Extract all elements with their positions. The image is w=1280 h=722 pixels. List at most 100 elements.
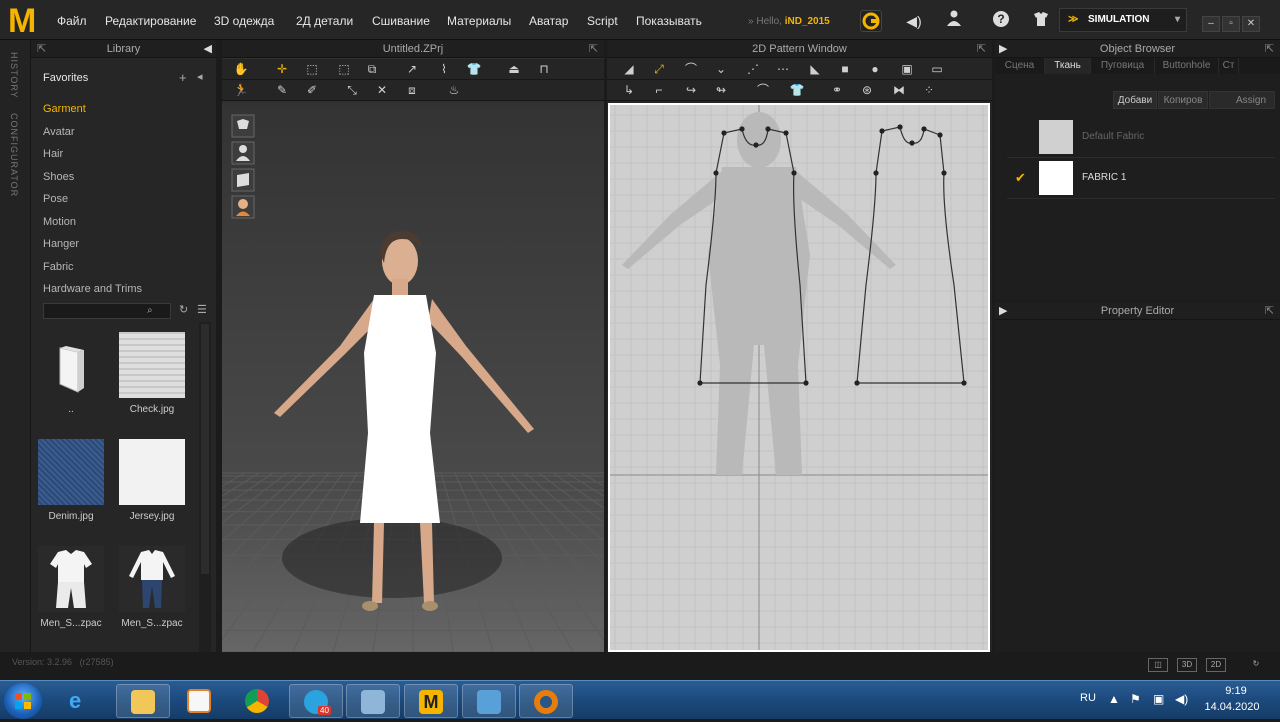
fabric-name[interactable]: Default Fabric (1082, 131, 1144, 142)
search-icon[interactable]: ⌕ (147, 305, 153, 316)
tab-button[interactable]: Пуговица (1091, 58, 1155, 74)
back-icon[interactable]: ◂ (197, 70, 203, 83)
fold-icon[interactable]: ⏏ (504, 61, 524, 78)
thumbnail-men-shirt-shorts[interactable]: Men_S...zpac (36, 546, 106, 629)
sound-icon[interactable]: ◀) (903, 10, 925, 32)
action-center-icon[interactable]: ⚑ (1130, 692, 1141, 706)
menu-3d-garment[interactable]: 3D одежда (214, 14, 274, 28)
select-box-icon[interactable]: ⬚ (302, 61, 322, 78)
symmetry-icon[interactable]: ⧓ (889, 82, 909, 99)
measure-icon[interactable]: ⤡ (342, 82, 362, 99)
shirt-edit-icon[interactable]: 👕 (464, 61, 484, 78)
internal-polygon-icon[interactable]: ▣ (897, 61, 917, 78)
curve-point-icon[interactable]: ⌄ (711, 61, 731, 78)
show-hidden-icons[interactable]: ▲ (1108, 692, 1120, 706)
start-button[interactable] (4, 683, 42, 719)
tab-configurator[interactable]: CONFIGURATOR (9, 113, 19, 197)
view-2d-button[interactable]: 2D (1206, 658, 1226, 672)
taskbar-explorer[interactable] (116, 684, 170, 718)
simulation-button[interactable]: ≫ SIMULATION ▾ (1059, 8, 1187, 32)
polygon-icon[interactable]: ◣ (805, 61, 825, 78)
pose-icon[interactable]: 🏃 (231, 82, 251, 99)
thumbnail-check[interactable]: Check.jpg (117, 332, 187, 415)
taskbar-media-player[interactable] (173, 684, 227, 718)
add-favorite-icon[interactable]: + (179, 70, 187, 85)
tab-history[interactable]: HISTORY (9, 52, 19, 99)
edit-curve-icon[interactable]: ⌒ (681, 61, 701, 78)
library-item-fabric[interactable]: Fabric (31, 256, 216, 279)
segment-sewing-icon[interactable]: ↪ (681, 82, 701, 99)
popout-icon[interactable]: ⇱ (1265, 40, 1274, 58)
library-item-pose[interactable]: Pose (31, 188, 216, 211)
app-logo[interactable]: M (8, 4, 40, 38)
menu-script[interactable]: Script (587, 14, 618, 28)
cross-icon[interactable]: ✕ (372, 82, 392, 99)
volume-icon[interactable]: ◀) (1175, 692, 1188, 706)
expand-arrow-icon[interactable]: ▶ (999, 302, 1007, 320)
collapse-arrow-icon[interactable]: ◀ (204, 40, 212, 58)
circle-icon[interactable]: ● (865, 61, 885, 78)
internal-rectangle-icon[interactable]: ▭ (927, 61, 947, 78)
taskbar-marvelous[interactable]: M (404, 684, 458, 718)
rectangle-icon[interactable]: ■ (835, 61, 855, 78)
menu-sewing[interactable]: Сшивание (372, 14, 430, 28)
minimize-button[interactable]: – (1202, 16, 1220, 32)
3d-scene[interactable] (0, 103, 894, 653)
clock-date[interactable]: 14.04.2020 (1202, 701, 1262, 713)
lasso-icon[interactable]: ⊛ (857, 82, 877, 99)
taskbar-chrome[interactable] (231, 684, 285, 718)
points-icon[interactable]: ⁘ (919, 82, 939, 99)
help-icon[interactable]: ? (990, 10, 1012, 32)
fabric-swatch[interactable] (1039, 161, 1073, 195)
library-item-motion[interactable]: Motion (31, 211, 216, 234)
language-indicator[interactable]: RU (1080, 692, 1096, 704)
2d-pattern-canvas[interactable] (608, 103, 990, 652)
taskbar-telegram[interactable]: 40 (289, 684, 343, 718)
add-point-icon[interactable]: ⋰ (743, 61, 763, 78)
tab-buttonhole[interactable]: Buttonhole (1155, 58, 1219, 74)
menu-edit[interactable]: Редактирование (105, 14, 196, 28)
select-mesh-icon[interactable]: ⬚ (334, 61, 354, 78)
pin-icon[interactable]: ↗ (402, 61, 422, 78)
arrange-icon[interactable]: ⚭ (827, 82, 847, 99)
tape-icon[interactable]: ⌒ (753, 82, 773, 99)
transform-icon[interactable]: ✛ (272, 61, 292, 78)
clock-time[interactable]: 9:19 (1216, 685, 1256, 697)
library-item-shoes[interactable]: Shoes (31, 166, 216, 189)
library-item-hair[interactable]: Hair (31, 143, 216, 166)
garment-settings-icon[interactable] (1030, 10, 1052, 32)
library-scrollbar[interactable] (199, 322, 211, 652)
refresh-icon[interactable]: ↻ (179, 303, 188, 316)
pen-icon[interactable]: ✐ (302, 82, 322, 99)
library-item-hanger[interactable]: Hanger (31, 233, 216, 256)
menu-avatar[interactable]: Аватар (529, 14, 568, 28)
popout-icon[interactable]: ⇱ (589, 40, 598, 58)
edit-texture-icon[interactable]: ⧉ (362, 61, 382, 78)
taskbar-blender[interactable] (519, 684, 573, 718)
tab-fabric[interactable]: Ткань (1045, 58, 1091, 74)
menu-materials[interactable]: Материалы (447, 14, 511, 28)
popout-icon[interactable]: ⇱ (37, 40, 46, 58)
thumbnail-parent-folder[interactable]: .. (36, 332, 106, 415)
taskbar-photos[interactable] (462, 684, 516, 718)
notch-icon[interactable]: ⌐ (649, 82, 669, 99)
close-button[interactable]: ✕ (1242, 16, 1260, 32)
view-3d-button[interactable]: 3D (1177, 658, 1197, 672)
menu-display[interactable]: Показывать (636, 14, 702, 28)
thumbnail-men-shirt-jeans[interactable]: Men_S...zpac (117, 546, 187, 629)
restore-button[interactable]: ▫ (1222, 16, 1240, 32)
avatar-measure-icon[interactable]: ⊓ (534, 61, 554, 78)
free-sewing-icon[interactable]: ↬ (711, 82, 731, 99)
username[interactable]: iND_2015 (785, 16, 830, 27)
brush-icon[interactable]: ✎ (272, 82, 292, 99)
fabric-row[interactable]: Default Fabric (1007, 118, 1275, 158)
fabric-swatch[interactable] (1039, 120, 1073, 154)
split-view-button[interactable]: ◫ (1148, 658, 1168, 672)
dart-icon[interactable]: ↳ (619, 82, 639, 99)
refresh-icon[interactable]: ↻ (1246, 658, 1266, 672)
pattern-canvas-svg[interactable] (610, 105, 988, 650)
3d-viewport[interactable] (0, 103, 894, 653)
tab-scene[interactable]: Сцена (995, 58, 1045, 74)
copy-fabric-button[interactable]: Копиров (1158, 91, 1208, 109)
fabric-row[interactable]: ✔ FABRIC 1 (1007, 159, 1275, 199)
